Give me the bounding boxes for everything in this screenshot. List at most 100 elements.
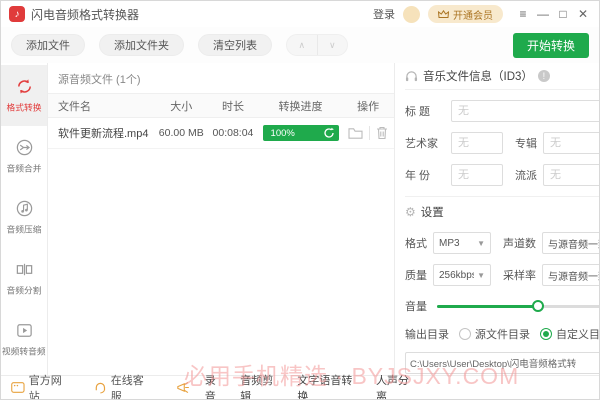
link-vocal-separation[interactable]: 人声分离 <box>376 372 419 400</box>
sidebar-item-video-to-audio[interactable]: 视频转音频 <box>1 309 47 370</box>
convert-arrows-icon <box>15 77 34 96</box>
link-text-to-speech[interactable]: 文字语音转换 <box>297 372 362 400</box>
col-progress: 转换进度 <box>259 98 343 114</box>
file-progress-cell: 100% <box>259 125 343 141</box>
app-window: ♪ 闪电音频格式转换器 登录 开通会员 ≡ — □ ✕ 添加文件 添加文件夹 清… <box>0 0 600 400</box>
radio-selected-icon <box>540 328 552 340</box>
move-down-button[interactable]: ∨ <box>318 35 348 55</box>
field-row-artist-album: 艺术家 专辑 <box>405 132 600 154</box>
artist-field[interactable] <box>451 132 503 154</box>
radio-source-label: 源文件目录 <box>475 326 530 342</box>
headset-support-icon <box>94 381 107 394</box>
settings-title: 设置 <box>421 204 444 220</box>
genre-label: 流派 <box>515 167 537 183</box>
row-output-dir: 输出目录 源文件目录 自定义目录 <box>405 326 600 342</box>
add-folder-button[interactable]: 添加文件夹 <box>99 34 184 56</box>
year-field[interactable] <box>451 164 503 186</box>
row-format-channels: 格式 MP3 ▼ 声道数 与源音频一致 ▼ <box>405 232 600 254</box>
year-label: 年 份 <box>405 167 445 183</box>
slider-knob[interactable] <box>532 300 544 312</box>
sidebar-label: 音频分割 <box>7 284 42 297</box>
row-output-path: C:\Users\User\Desktop\闪电音频格式转 ··· <box>405 352 600 374</box>
open-folder-icon[interactable] <box>348 127 363 140</box>
music-note-glyph: ♪ <box>15 9 20 20</box>
crown-icon <box>438 10 449 19</box>
table-row[interactable]: 软件更新流程.mp4 60.00 MB 00:08:04 100% <box>48 118 394 149</box>
file-name: 软件更新流程.mp4 <box>48 125 155 141</box>
file-duration: 00:08:04 <box>207 127 259 139</box>
avatar[interactable] <box>403 6 420 23</box>
quality-label: 质量 <box>405 267 427 283</box>
info-icon[interactable]: ! <box>538 70 550 82</box>
move-up-button[interactable]: ∧ <box>287 35 318 55</box>
delete-trash-icon[interactable] <box>376 126 388 140</box>
megaphone-icon <box>176 381 191 394</box>
reorder-group: ∧ ∨ <box>286 34 348 56</box>
channels-label: 声道数 <box>503 235 536 251</box>
clear-list-button[interactable]: 清空列表 <box>198 34 272 56</box>
minimize-button[interactable]: — <box>533 4 553 24</box>
login-link[interactable]: 登录 <box>373 6 395 22</box>
progress-value: 100% <box>271 128 323 139</box>
official-website-label: 官方网站 <box>29 372 72 400</box>
samplerate-value: 与源音频一致 <box>548 268 600 283</box>
sidebar-item-audio-split[interactable]: 音频分割 <box>1 248 47 309</box>
link-audio-edit[interactable]: 音频剪辑 <box>240 372 283 400</box>
file-list-title: 源音频文件 (1个) <box>48 63 394 93</box>
titlebar: ♪ 闪电音频格式转换器 登录 开通会员 ≡ — □ ✕ <box>1 1 599 27</box>
sidebar-item-audio-merge[interactable]: 音频合并 <box>1 126 47 187</box>
volume-slider[interactable] <box>437 305 600 308</box>
online-support-label: 在线客服 <box>111 372 154 400</box>
format-label: 格式 <box>405 235 427 251</box>
channels-value: 与源音频一致 <box>548 236 600 251</box>
refresh-icon[interactable] <box>323 127 335 139</box>
start-convert-button[interactable]: 开始转换 <box>513 33 589 58</box>
online-support-link[interactable]: 在线客服 <box>94 372 154 400</box>
link-record[interactable]: 录音 <box>205 372 227 400</box>
col-size: 大小 <box>155 98 207 114</box>
format-select[interactable]: MP3 ▼ <box>433 232 491 254</box>
samplerate-select[interactable]: 与源音频一致 ▼ <box>542 264 600 286</box>
genre-field[interactable] <box>543 164 600 186</box>
merge-icon <box>15 138 34 157</box>
close-button[interactable]: ✕ <box>573 4 593 24</box>
quality-select[interactable]: 256kbps ▼ <box>433 264 491 286</box>
headphones-icon <box>405 70 418 82</box>
minimize-icon: — <box>537 7 549 21</box>
app-title: 闪电音频格式转换器 <box>31 6 373 23</box>
browser-icon <box>11 382 25 393</box>
channels-select[interactable]: 与源音频一致 ▼ <box>542 232 600 254</box>
col-filename: 文件名 <box>48 98 155 114</box>
file-table-header: 文件名 大小 时长 转换进度 操作 <box>48 93 394 118</box>
title-field[interactable] <box>451 100 600 122</box>
sidebar-item-format-convert[interactable]: 格式转换 <box>1 65 47 126</box>
vip-button[interactable]: 开通会员 <box>428 5 503 23</box>
sidebar: 格式转换 音频合并 音频压缩 <box>1 63 47 377</box>
right-panel: 音乐文件信息（ID3） ! 应用到全部 标 题 艺术家 专辑 年 份 流派 <box>395 63 600 377</box>
main-body: 格式转换 音频合并 音频压缩 <box>1 63 599 377</box>
menu-icon: ≡ <box>519 7 526 21</box>
row-volume: 音量 100 ▲▼ <box>405 296 600 316</box>
play-video-icon <box>15 321 34 340</box>
album-field[interactable] <box>543 132 600 154</box>
quality-value: 256kbps <box>439 270 474 281</box>
split-icon <box>15 260 34 279</box>
file-operations <box>342 126 394 140</box>
close-icon: ✕ <box>578 7 588 21</box>
album-label: 专辑 <box>515 135 537 151</box>
official-website-link[interactable]: 官方网站 <box>11 372 72 400</box>
menu-button[interactable]: ≡ <box>513 4 533 24</box>
output-path-value: C:\Users\User\Desktop\闪电音频格式转 <box>406 356 600 370</box>
sidebar-label: 音频压缩 <box>7 223 42 236</box>
samplerate-label: 采样率 <box>503 267 536 283</box>
row-quality-samplerate: 质量 256kbps ▼ 采样率 与源音频一致 ▼ <box>405 264 600 286</box>
slider-fill <box>437 305 538 308</box>
output-path-field[interactable]: C:\Users\User\Desktop\闪电音频格式转 ··· <box>405 352 600 374</box>
id3-title: 音乐文件信息（ID3） <box>423 68 533 84</box>
sidebar-item-audio-compress[interactable]: 音频压缩 <box>1 187 47 248</box>
maximize-button[interactable]: □ <box>553 4 573 24</box>
add-file-button[interactable]: 添加文件 <box>11 34 85 56</box>
app-logo-music-icon: ♪ <box>9 6 25 22</box>
radio-source-dir[interactable]: 源文件目录 <box>459 326 530 342</box>
radio-custom-dir[interactable]: 自定义目录 <box>540 326 600 342</box>
